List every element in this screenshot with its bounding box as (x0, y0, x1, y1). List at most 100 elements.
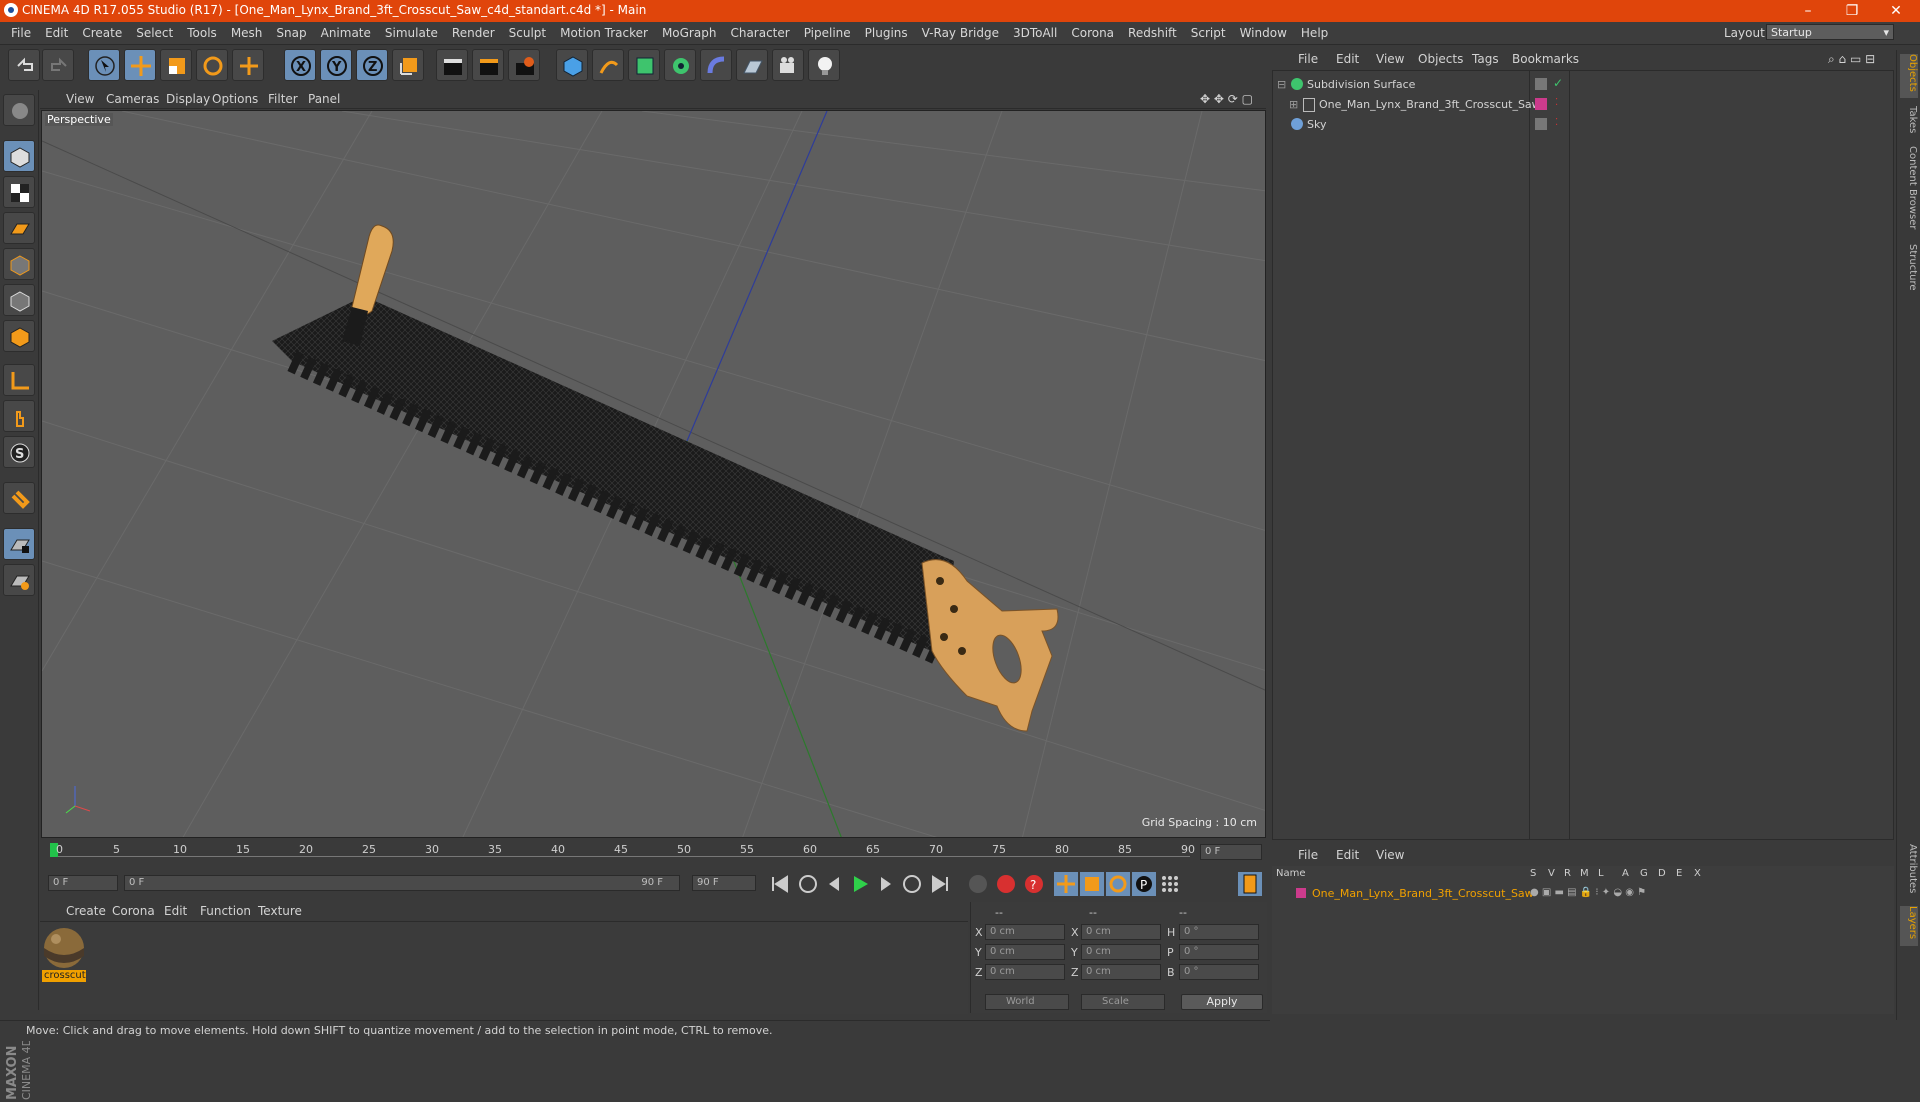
rot-b-field[interactable]: 0 ° (1179, 964, 1259, 980)
layer-col-expressions[interactable]: E (1676, 868, 1682, 879)
menu-corona[interactable]: Corona (1064, 22, 1121, 44)
timeline-button[interactable] (1238, 872, 1262, 896)
tab-structure[interactable]: Structure (1900, 244, 1918, 296)
texture-mode-button[interactable] (3, 176, 35, 208)
layer-col-deformers[interactable]: D (1658, 868, 1666, 879)
menu-snap[interactable]: Snap (269, 22, 313, 44)
menu-help[interactable]: Help (1294, 22, 1335, 44)
menu-3dtoall[interactable]: 3DToAll (1006, 22, 1064, 44)
parameter-key-button[interactable]: P (1132, 872, 1156, 896)
material-menu-corona[interactable]: Corona (112, 904, 155, 918)
layer-col-xref[interactable]: X (1694, 868, 1701, 879)
tab-objects[interactable]: Objects (1900, 54, 1918, 98)
menu-vray-bridge[interactable]: V-Ray Bridge (915, 22, 1006, 44)
object-row-subdivision-surface[interactable]: ⊟ Subdivision Surface ✓ (1273, 75, 1893, 94)
y-axis-button[interactable]: Y (320, 49, 352, 81)
layer-col-view[interactable]: V (1548, 868, 1555, 879)
menu-script[interactable]: Script (1184, 22, 1233, 44)
menu-create[interactable]: Create (75, 22, 129, 44)
floor-button[interactable] (736, 49, 768, 81)
model-mode-button[interactable] (3, 140, 35, 172)
menu-character[interactable]: Character (723, 22, 796, 44)
points-mode-button[interactable] (3, 248, 35, 280)
tree-expand-icon[interactable]: ⊞ (1289, 98, 1298, 111)
menu-edit[interactable]: Edit (38, 22, 75, 44)
deformer-button[interactable] (700, 49, 732, 81)
layer-col-name[interactable]: Name (1276, 868, 1306, 879)
spline-pen-button[interactable] (592, 49, 624, 81)
live-selection-button[interactable] (88, 49, 120, 81)
menu-select[interactable]: Select (129, 22, 180, 44)
perspective-viewport[interactable]: Perspective Grid Spacing : 10 cm (41, 110, 1266, 838)
objects-menu-objects[interactable]: Objects (1418, 52, 1463, 66)
camera-button[interactable] (772, 49, 804, 81)
layout-dropdown[interactable]: Startup (1766, 24, 1894, 41)
tree-expand-icon[interactable]: ⊟ (1277, 78, 1286, 91)
material-menu-function[interactable]: Function (200, 904, 251, 918)
rotation-key-button[interactable] (1106, 872, 1130, 896)
rotate-button[interactable] (196, 49, 228, 81)
object-enabled-check-icon[interactable]: ✓ (1553, 76, 1563, 90)
layers-menu-edit[interactable]: Edit (1336, 848, 1359, 862)
menu-mesh[interactable]: Mesh (224, 22, 270, 44)
viewport-menu-panel[interactable]: Panel (308, 92, 340, 106)
material-menu-edit[interactable]: Edit (164, 904, 187, 918)
go-to-end-button[interactable] (928, 872, 952, 896)
array-button[interactable] (664, 49, 696, 81)
edges-mode-button[interactable] (3, 284, 35, 316)
workplane-mode-button[interactable] (3, 212, 35, 244)
layer-col-animation[interactable]: A (1622, 868, 1629, 879)
objects-menu-bookmarks[interactable]: Bookmarks (1512, 52, 1579, 66)
previous-frame-button[interactable] (822, 872, 846, 896)
objects-menu-tags[interactable]: Tags (1472, 52, 1499, 66)
layer-color-swatch[interactable] (1296, 888, 1306, 898)
render-view-button[interactable] (436, 49, 468, 81)
scale-key-button[interactable] (1080, 872, 1104, 896)
workplane-lock-button[interactable] (3, 528, 35, 560)
render-to-picture-viewer-button[interactable] (472, 49, 504, 81)
previous-key-button[interactable] (796, 872, 820, 896)
undo-button[interactable] (8, 49, 40, 81)
objects-search-icon[interactable]: ⌕ ⌂ ▭ ⊟ (1828, 52, 1875, 67)
objects-menu-view[interactable]: View (1376, 52, 1404, 66)
menu-tools[interactable]: Tools (180, 22, 224, 44)
pos-z-field[interactable]: 0 cm (985, 964, 1065, 980)
preview-range-slider[interactable]: 0 F 90 F (124, 875, 680, 891)
workplane-snap-button[interactable] (3, 564, 35, 596)
tab-attributes[interactable]: Attributes (1900, 844, 1918, 902)
size-y-field[interactable]: 0 cm (1081, 944, 1161, 960)
light-button[interactable] (808, 49, 840, 81)
material-menu-create[interactable]: Create (66, 904, 106, 918)
objects-menu-edit[interactable]: Edit (1336, 52, 1359, 66)
object-row-sky[interactable]: Sky ⁚ (1273, 115, 1893, 134)
cube-object-button[interactable] (556, 49, 588, 81)
point-level-animation-button[interactable] (1158, 872, 1182, 896)
viewport-menu-options[interactable]: Options (212, 92, 258, 106)
start-frame-field[interactable]: 0 F (48, 875, 118, 891)
rot-h-field[interactable]: 0 ° (1179, 924, 1259, 940)
viewport-menu-view[interactable]: View (66, 92, 94, 106)
tab-takes[interactable]: Takes (1900, 106, 1918, 138)
object-visibility-icon[interactable] (1535, 118, 1547, 130)
menu-file[interactable]: File (4, 22, 38, 44)
objects-menu-file[interactable]: File (1298, 52, 1318, 66)
make-editable-button[interactable] (3, 94, 35, 126)
scale-button[interactable] (160, 49, 192, 81)
timeline-ruler[interactable]: 0 5 10 15 20 25 30 35 40 45 50 55 60 65 … (40, 840, 1266, 866)
object-dots-icon[interactable]: ⁚ (1555, 97, 1558, 108)
x-axis-button[interactable]: X (284, 49, 316, 81)
subdivision-surface-button[interactable] (628, 49, 660, 81)
record-keys-button[interactable] (966, 872, 990, 896)
go-to-start-button[interactable] (768, 872, 792, 896)
rot-p-field[interactable]: 0 ° (1179, 944, 1259, 960)
tweak-mode-button[interactable] (3, 400, 35, 432)
apply-button[interactable]: Apply (1181, 994, 1263, 1010)
menu-animate[interactable]: Animate (314, 22, 378, 44)
polygons-mode-button[interactable] (3, 320, 35, 352)
next-frame-button[interactable] (874, 872, 898, 896)
restore-button[interactable]: ❐ (1830, 0, 1874, 22)
viewport-menu-display[interactable]: Display (166, 92, 210, 106)
layer-col-locked[interactable]: L (1598, 868, 1604, 879)
material-thumbnail[interactable]: crosscut (42, 926, 86, 984)
menu-simulate[interactable]: Simulate (378, 22, 445, 44)
